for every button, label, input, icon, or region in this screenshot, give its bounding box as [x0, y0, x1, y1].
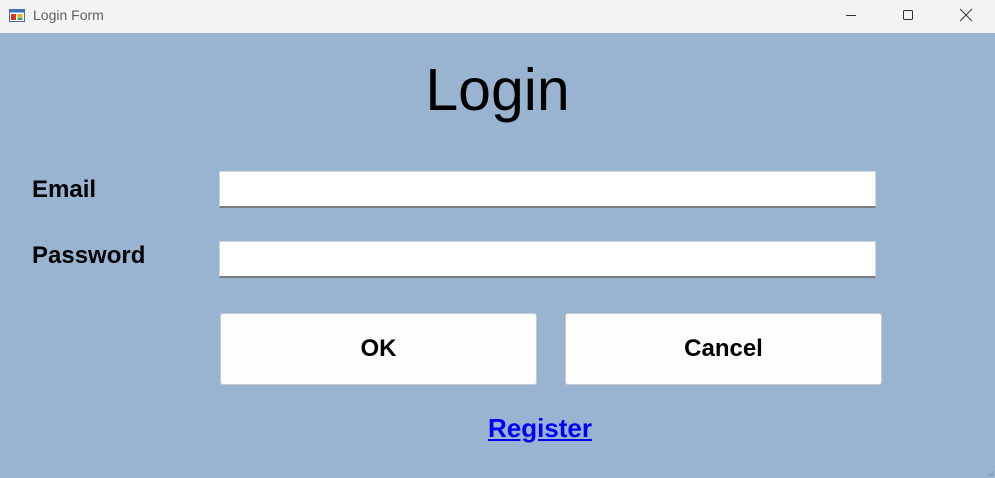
window-title: Login Form — [33, 7, 104, 23]
minimize-button[interactable] — [822, 0, 880, 30]
email-label: Email — [32, 176, 97, 203]
maximize-icon — [903, 10, 913, 20]
register-link[interactable]: Register — [0, 412, 995, 444]
minimize-icon — [846, 15, 856, 16]
email-input[interactable] — [219, 171, 876, 208]
password-label: Password — [32, 242, 146, 269]
cancel-button[interactable]: Cancel — [565, 313, 882, 385]
resize-grip-icon[interactable] — [984, 467, 994, 477]
title-bar[interactable]: Login Form — [0, 0, 995, 33]
app-icon — [9, 9, 25, 22]
login-heading: Login — [425, 57, 570, 123]
login-form-window: Login Form Login Email Password OK Cance… — [0, 0, 995, 478]
close-button[interactable] — [937, 0, 995, 30]
maximize-button[interactable] — [879, 0, 937, 30]
close-icon — [959, 8, 973, 22]
ok-button[interactable]: OK — [220, 313, 537, 385]
password-input[interactable] — [219, 241, 876, 278]
